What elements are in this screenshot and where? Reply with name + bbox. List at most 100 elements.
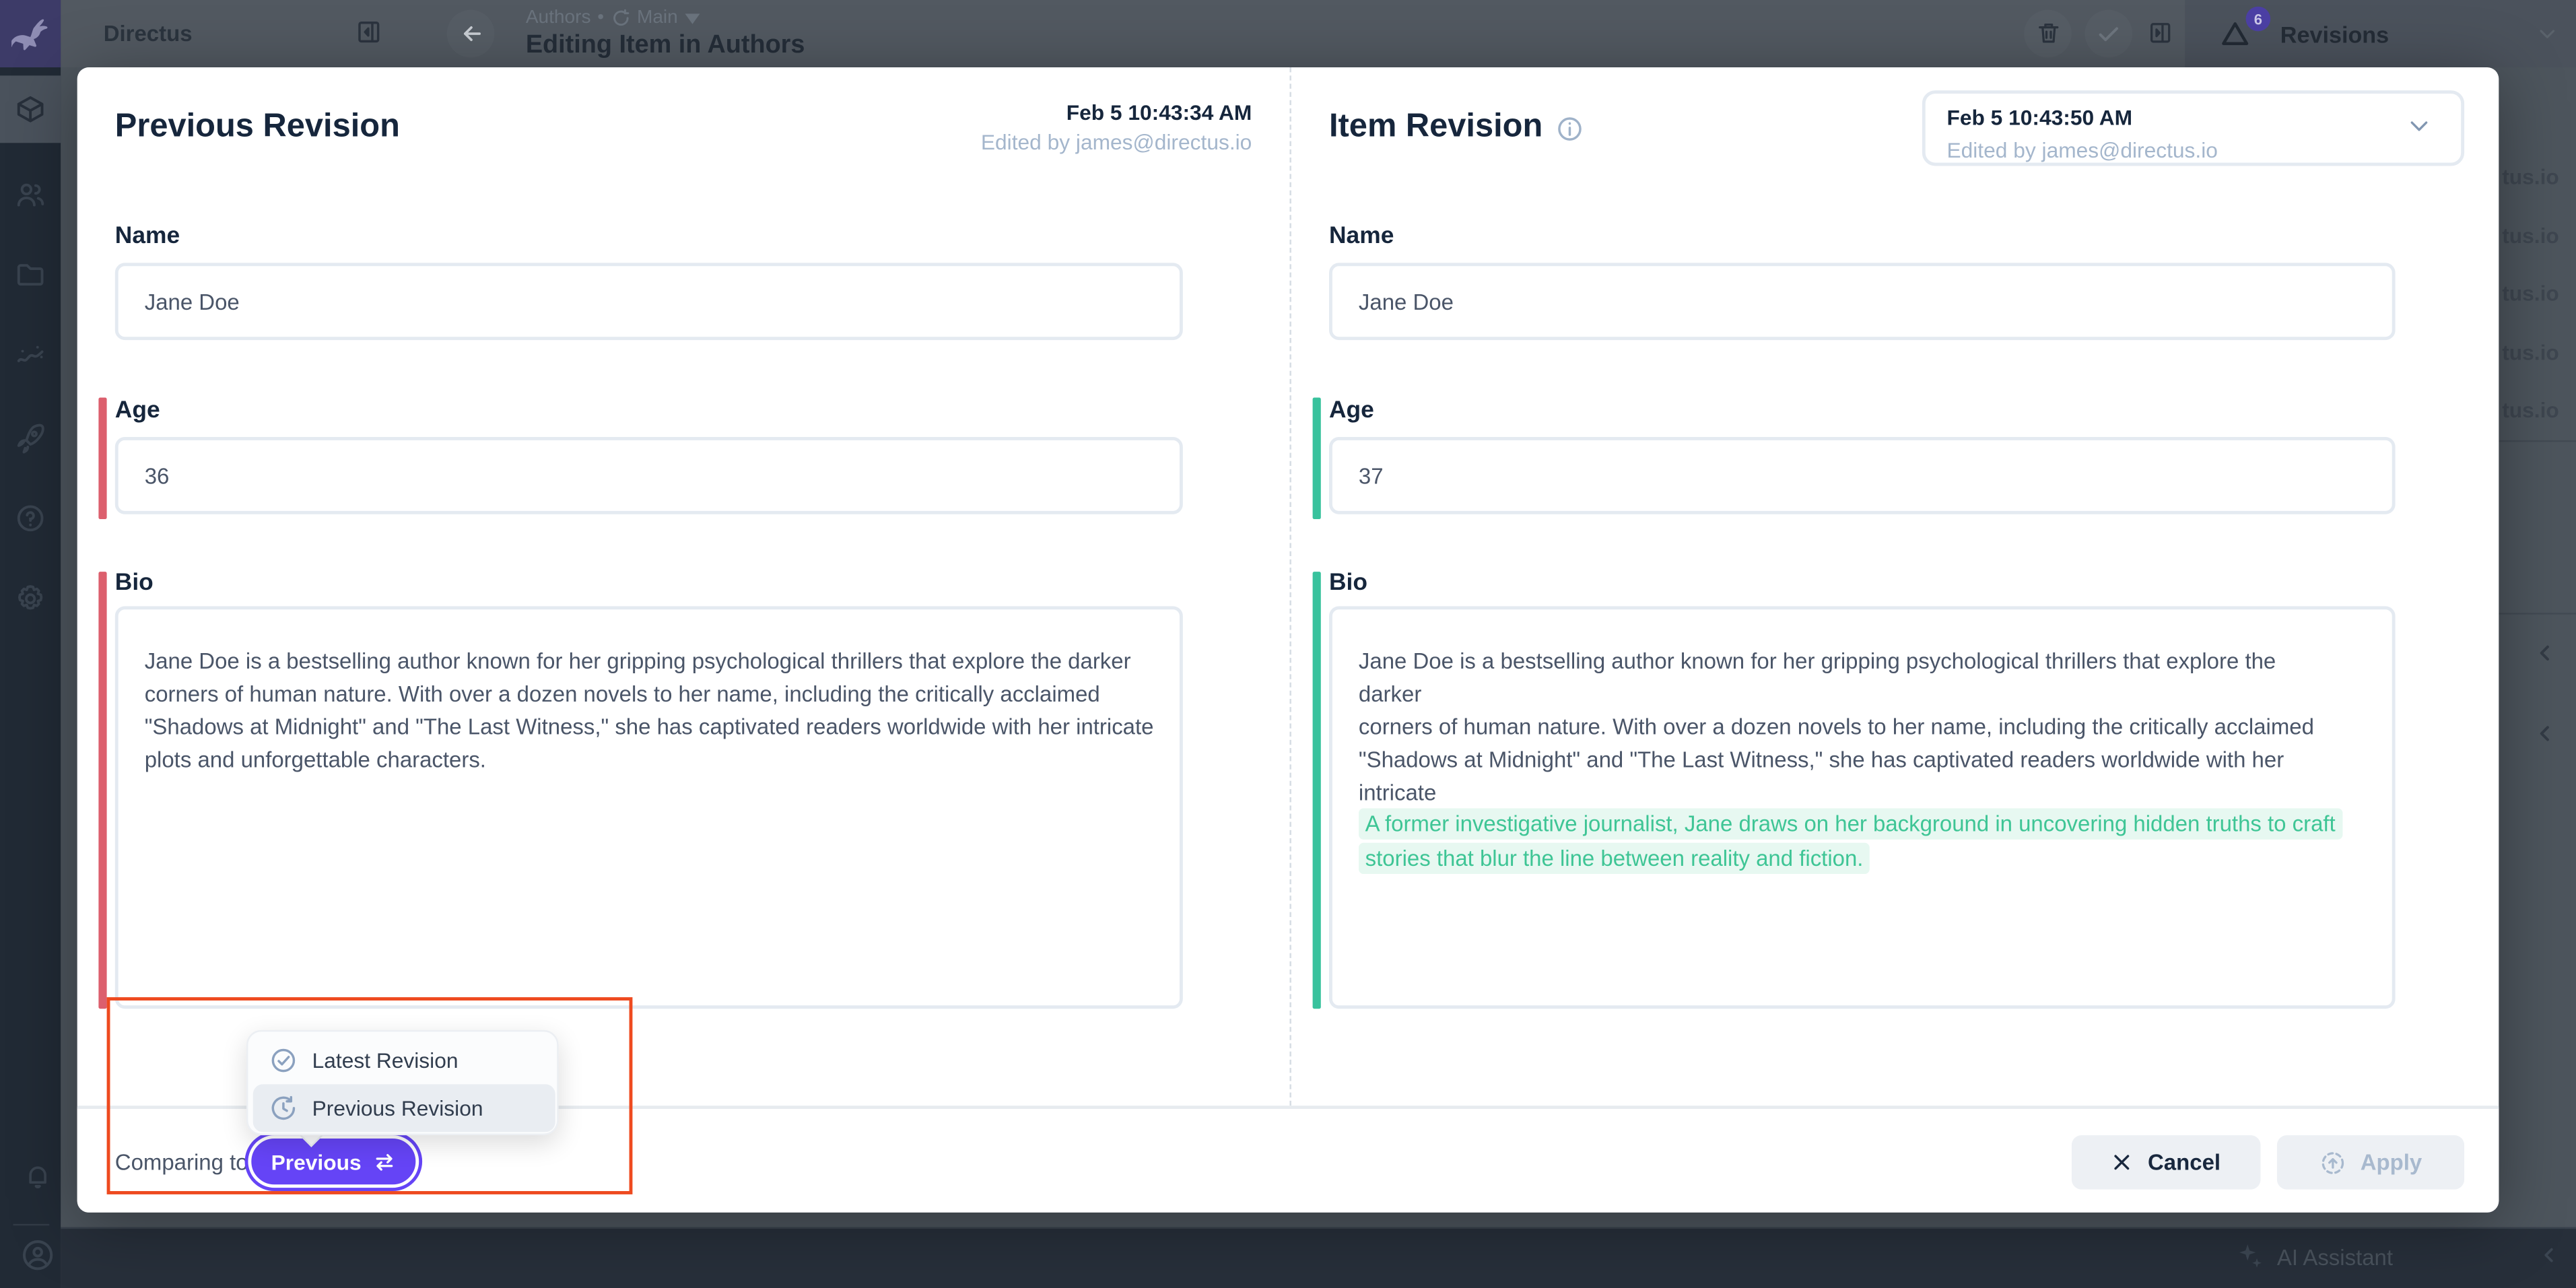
check-circle-icon [269,1046,297,1074]
previous-revision-timestamp: Feb 5 10:43:34 AM [759,100,1252,125]
bio-value: Jane Doe is a bestselling author known f… [145,646,1160,777]
panel-divider [1289,67,1291,1106]
revision-list-item[interactable]: tus.io [2502,397,2576,422]
page-title: Editing Item in Authors [526,31,805,61]
compare-target-label: Previous [271,1149,362,1174]
breadcrumb-separator: • [597,8,604,28]
box-icon [15,94,46,125]
arrow-left-icon [460,22,485,46]
caret-down-icon [685,12,700,24]
name-input[interactable]: Jane Doe [115,263,1183,340]
cancel-button[interactable]: Cancel [2072,1135,2261,1190]
field-label-name: Name [115,224,180,250]
info-icon[interactable] [1556,115,1584,143]
menu-item-latest-revision[interactable]: Latest Revision [253,1037,555,1085]
apply-label: Apply [2361,1150,2422,1175]
folder-icon [15,260,46,291]
project-name: Directus [104,22,193,46]
check-icon [2097,22,2122,46]
field-label-bio: Bio [115,570,154,597]
trash-icon [2035,20,2062,46]
revision-list-item[interactable]: tus.io [2502,340,2576,365]
revision-list-item[interactable]: tus.io [2502,281,2576,306]
module-marketplace[interactable] [0,404,61,471]
screen: Directus Authors • Main Editing Item in … [0,0,2576,1288]
name-value: Jane Doe [1359,289,1454,314]
previous-revision-meta: Feb 5 10:43:34 AM Edited by james@direct… [759,100,1252,155]
revisions-drawer-label[interactable]: Revisions [2280,22,2389,48]
changed-indicator-bar [1313,572,1321,1009]
compare-target-button[interactable]: Previous [248,1135,419,1188]
comparing-to-label: Comparing to [115,1150,248,1175]
insights-icon [15,340,46,371]
field-label-age: Age [1329,397,1374,423]
age-input[interactable]: 37 [1329,437,2396,514]
page-background-bottom [77,1213,2499,1227]
name-input[interactable]: Jane Doe [1329,263,2396,340]
module-insights[interactable] [0,322,61,389]
sidebar-footer-bar [61,1227,2576,1288]
chevron-left-icon[interactable] [2534,641,2558,666]
item-revision-heading-text: Item Revision [1329,108,1543,146]
module-settings[interactable] [0,565,61,632]
revision-list-item[interactable]: tus.io [2502,164,2576,189]
age-value: 37 [1359,463,1384,488]
module-users[interactable] [0,161,61,228]
version-sync-icon [611,8,630,28]
notifications-bell-icon[interactable] [23,1161,53,1191]
rabbit-logo-icon [11,18,49,50]
previous-revision-edited-by: Edited by james@directus.io [759,130,1252,155]
apply-upload-icon [2319,1149,2346,1176]
module-files[interactable] [0,242,61,309]
revision-list-item[interactable]: tus.io [2502,224,2576,248]
breadcrumb[interactable]: Authors • Main [526,8,700,28]
menu-item-previous-revision[interactable]: Previous Revision [253,1084,555,1132]
chevron-down-icon [2407,113,2432,138]
menu-item-label: Previous Revision [312,1096,483,1121]
page-background-left [61,67,77,1227]
field-label-age: Age [115,397,160,423]
revisions-delta-icon [2221,22,2249,46]
module-help[interactable] [0,485,61,552]
drawer-divider [2499,440,2576,442]
selected-revision-timestamp: Feb 5 10:43:50 AM [1946,105,2132,130]
age-value: 36 [145,463,170,488]
drawer-divider [2499,613,2576,614]
collapse-sidebar-icon[interactable] [355,18,382,46]
users-icon [15,179,46,210]
bio-textarea[interactable]: Jane Doe is a bestselling author known f… [115,606,1183,1009]
bio-added-text: A former investigative journalist, Jane … [1359,809,2342,875]
gear-icon [15,583,46,614]
close-icon [2111,1151,2133,1173]
apply-button[interactable]: Apply [2277,1135,2464,1190]
chevron-down-icon[interactable] [2536,23,2558,44]
menu-item-label: Latest Revision [312,1048,459,1073]
chevron-left-icon[interactable] [2538,1244,2561,1266]
sparkles-icon [2236,1242,2264,1270]
compare-menu: Latest Revision Previous Revision [246,1030,559,1135]
sidebar-divider [13,1224,50,1225]
breadcrumb-version: Main [637,8,678,28]
chevron-left-icon[interactable] [2534,721,2558,746]
name-value: Jane Doe [145,289,240,314]
module-content[interactable] [0,75,61,143]
help-icon [15,503,46,534]
revision-select-dropdown[interactable]: Feb 5 10:43:50 AM Edited by james@direct… [1922,90,2464,166]
user-avatar-icon[interactable] [20,1237,56,1273]
previous-revision-heading: Previous Revision [115,108,400,146]
bio-textarea[interactable]: Jane Doe is a bestselling author known f… [1329,606,2396,1009]
bio-added-paragraph: A former investigative journalist, Jane … [1359,807,2344,875]
ai-assistant-label[interactable]: AI Assistant [2277,1246,2393,1270]
cancel-label: Cancel [2148,1150,2221,1175]
item-revision-heading: Item Revision [1329,108,1584,146]
rocket-icon [15,422,46,453]
swap-arrows-icon [373,1153,396,1171]
history-icon [269,1094,297,1122]
age-input[interactable]: 36 [115,437,1183,514]
selected-revision-edited-by: Edited by james@directus.io [1946,138,2217,163]
directus-logo[interactable] [0,0,61,67]
field-label-name: Name [1329,224,1394,250]
dock-right-icon[interactable] [2147,20,2173,46]
field-label-bio: Bio [1329,570,1367,597]
breadcrumb-collection: Authors [526,8,591,28]
